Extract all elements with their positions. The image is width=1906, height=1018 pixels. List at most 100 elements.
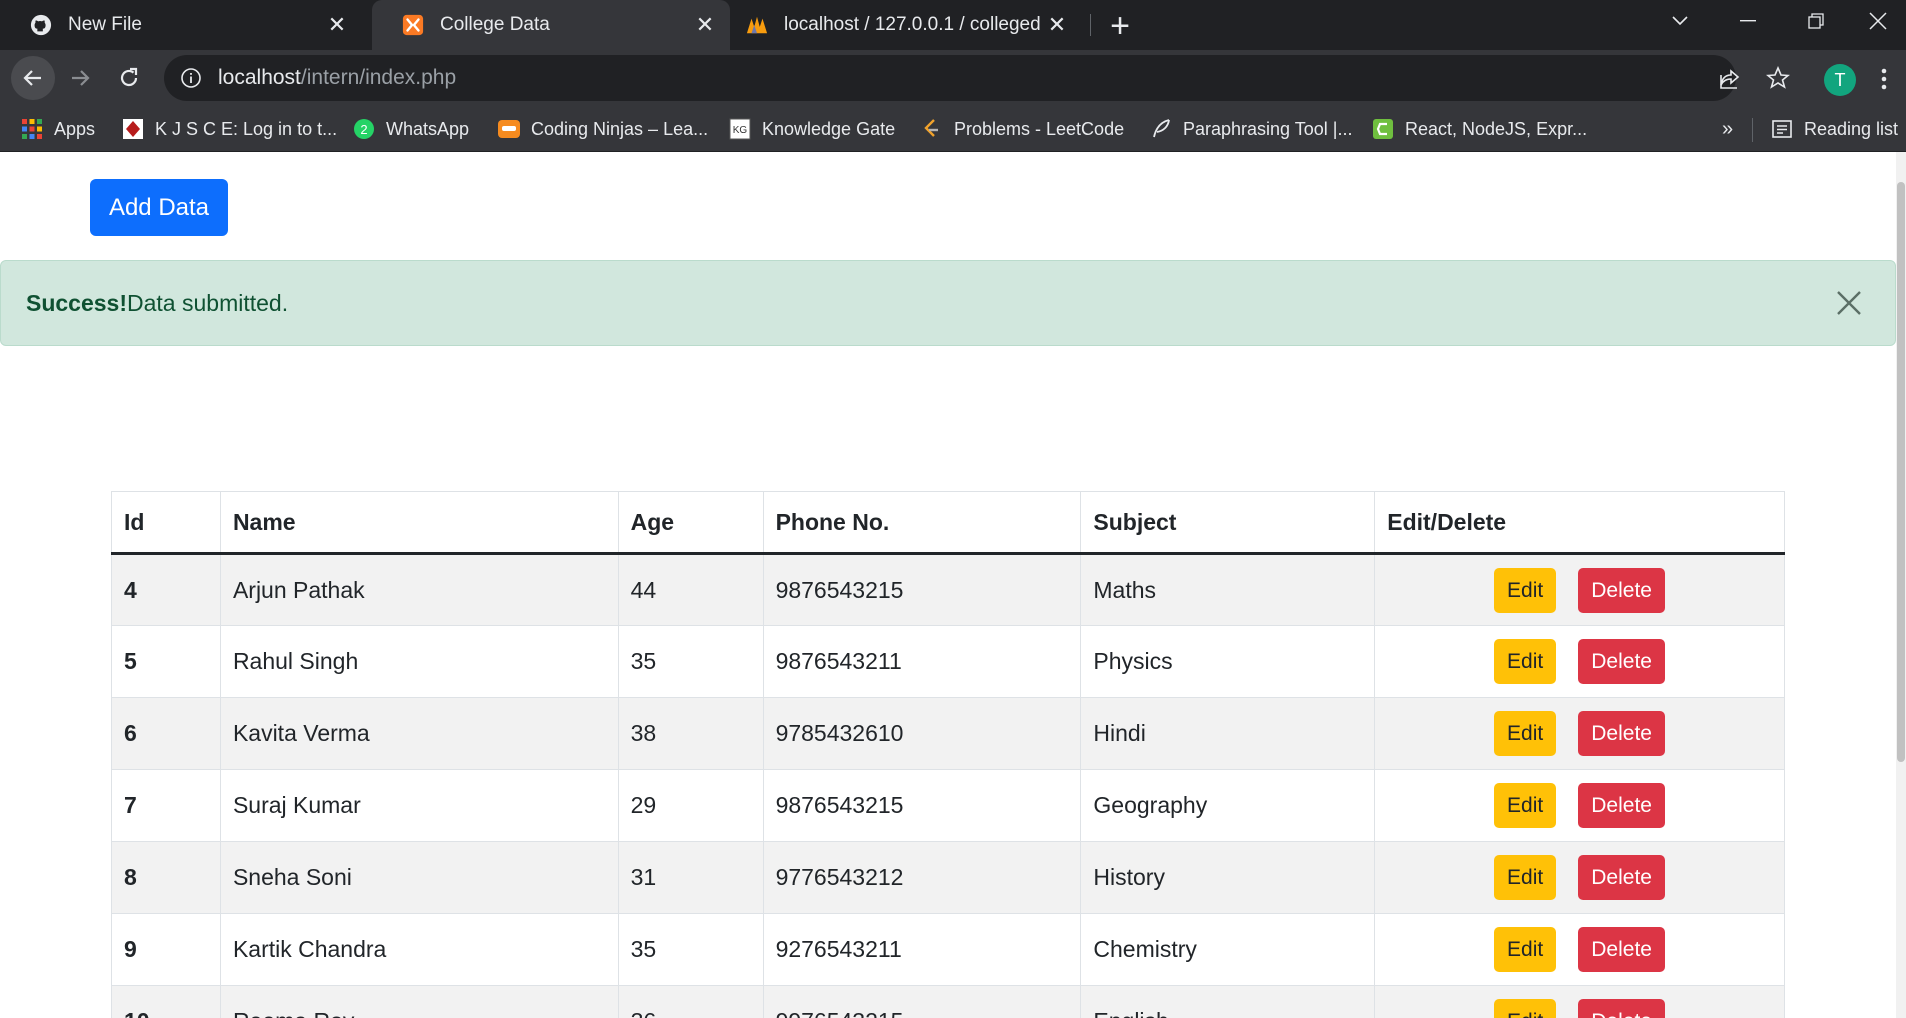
cell-id: 6 xyxy=(111,697,221,770)
table-header-row: Id Name Age Phone No. Subject Edit/Delet… xyxy=(111,491,1785,555)
delete-button[interactable]: Delete xyxy=(1578,567,1666,613)
tab-title: College Data xyxy=(440,14,550,35)
more-bookmarks-chevron-icon[interactable]: » xyxy=(1722,106,1733,152)
header-id[interactable]: Id xyxy=(111,491,221,555)
tab-phpmyadmin[interactable]: localhost / 127.0.0.1 / collegedb / ... … xyxy=(716,0,1082,50)
delete-button[interactable]: Delete xyxy=(1578,783,1666,828)
add-data-button[interactable]: Add Data xyxy=(90,179,228,236)
delete-button[interactable]: Delete xyxy=(1578,927,1666,972)
share-icon[interactable] xyxy=(1718,67,1742,91)
bookmark-coding-ninjas[interactable]: Coding Ninjas – Lea... xyxy=(497,106,708,152)
cell-actions: Edit Delete xyxy=(1374,841,1785,914)
reload-icon[interactable] xyxy=(107,56,151,100)
header-subject[interactable]: Subject xyxy=(1080,491,1376,555)
apps-grid-icon xyxy=(22,119,42,139)
reading-list-icon xyxy=(1772,120,1792,138)
bookmark-whatsapp[interactable]: 2 WhatsApp xyxy=(352,106,469,152)
reading-list-label: Reading list xyxy=(1804,118,1899,139)
cell-subject: Hindi xyxy=(1080,697,1376,770)
cell-id: 10 xyxy=(111,985,221,1018)
cell-name: Kavita Verma xyxy=(219,697,619,770)
cell-phone: 9876543211 xyxy=(762,625,1082,698)
address-bar[interactable]: localhost/intern/index.php xyxy=(164,55,1736,101)
tab-college-data[interactable]: College Data ✕ xyxy=(372,0,730,50)
close-window-icon[interactable] xyxy=(1850,0,1906,42)
edit-button[interactable]: Edit xyxy=(1494,927,1557,972)
react-course-icon xyxy=(1373,119,1393,139)
restore-icon[interactable] xyxy=(1788,0,1844,42)
edit-button[interactable]: Edit xyxy=(1494,567,1557,613)
cell-actions: Edit Delete xyxy=(1374,985,1785,1018)
profile-avatar[interactable]: T xyxy=(1824,64,1856,96)
cell-actions: Edit Delete xyxy=(1374,625,1785,698)
forward-arrow-icon[interactable] xyxy=(58,56,102,100)
close-tab-icon[interactable]: ✕ xyxy=(1040,12,1074,38)
college-data-table: Id Name Age Phone No. Subject Edit/Delet… xyxy=(111,491,1785,1018)
cell-age: 38 xyxy=(617,697,764,770)
cell-age: 35 xyxy=(617,625,764,698)
cell-id: 9 xyxy=(111,913,221,986)
tab-separator xyxy=(1090,14,1091,36)
tab-search-chevron-icon[interactable] xyxy=(1652,0,1708,42)
cell-phone: 9785432610 xyxy=(762,697,1082,770)
header-age[interactable]: Age xyxy=(617,491,764,555)
cell-subject: Geography xyxy=(1080,769,1376,842)
edit-button[interactable]: Edit xyxy=(1494,783,1557,828)
close-tab-icon[interactable]: ✕ xyxy=(320,12,354,38)
cell-id: 7 xyxy=(111,769,221,842)
cell-actions: Edit Delete xyxy=(1374,553,1785,626)
minimize-icon[interactable] xyxy=(1720,0,1776,42)
more-menu-icon[interactable] xyxy=(1880,67,1888,91)
bookmark-react-course[interactable]: React, NodeJS, Expr... xyxy=(1371,106,1587,152)
bookmark-apps[interactable]: Apps xyxy=(20,106,95,152)
cell-actions: Edit Delete xyxy=(1374,913,1785,986)
cell-phone: 9876543215 xyxy=(762,553,1082,626)
new-tab-plus-icon[interactable]: + xyxy=(1100,6,1140,46)
bookmark-paraphrasing[interactable]: Paraphrasing Tool |... xyxy=(1149,106,1352,152)
cell-name: Reema Roy xyxy=(219,985,619,1018)
bookmark-star-icon[interactable] xyxy=(1766,66,1790,90)
cell-subject: Physics xyxy=(1080,625,1376,698)
bookmark-label: WhatsApp xyxy=(386,118,470,139)
tab-strip: New File ✕ College Data ✕ localhost / 12… xyxy=(0,0,1906,50)
tab-new-file[interactable]: New File ✕ xyxy=(0,0,362,50)
header-phone[interactable]: Phone No. xyxy=(762,491,1082,555)
cell-subject: History xyxy=(1080,841,1376,914)
cell-actions: Edit Delete xyxy=(1374,769,1785,842)
table-row: 5 Rahul Singh 35 9876543211 Physics Edit… xyxy=(111,625,1785,698)
cell-phone: 9276543211 xyxy=(762,913,1082,986)
close-alert-icon[interactable] xyxy=(1831,285,1867,321)
bookmark-label: Apps xyxy=(54,118,96,139)
table-row: 4 Arjun Pathak 44 9876543215 Maths Edit D… xyxy=(111,553,1785,626)
edit-button[interactable]: Edit xyxy=(1494,639,1557,684)
cell-age: 31 xyxy=(617,841,764,914)
bookmark-knowledge-gate[interactable]: KG Knowledge Gate xyxy=(728,106,895,152)
cell-subject: Chemistry xyxy=(1080,913,1376,986)
url-text[interactable]: localhost/intern/index.php xyxy=(218,66,456,90)
table-row: 10 Reema Roy 36 9976543215 English Edit D… xyxy=(111,985,1785,1018)
delete-button[interactable]: Delete xyxy=(1578,711,1666,756)
bookmark-kjsce[interactable]: K J S C E: Log in to t... xyxy=(121,106,337,152)
delete-button[interactable]: Delete xyxy=(1578,999,1666,1018)
knowledgegate-icon: KG xyxy=(729,118,751,140)
delete-button[interactable]: Delete xyxy=(1578,639,1666,684)
edit-button[interactable]: Edit xyxy=(1494,855,1557,900)
edit-button[interactable]: Edit xyxy=(1494,711,1557,756)
reading-list-button[interactable]: Reading list xyxy=(1770,106,1898,152)
codingninjas-icon xyxy=(498,120,520,138)
cell-name: Sneha Soni xyxy=(219,841,619,914)
cell-subject: English xyxy=(1080,985,1376,1018)
edit-button[interactable]: Edit xyxy=(1494,999,1557,1018)
cell-phone: 9976543215 xyxy=(762,985,1082,1018)
bookmark-leetcode[interactable]: Problems - LeetCode xyxy=(920,106,1124,152)
cell-age: 36 xyxy=(617,985,764,1018)
page-scrollbar[interactable] xyxy=(1896,152,1906,1018)
bookmark-label: Coding Ninjas – Lea... xyxy=(531,118,709,139)
cell-age: 29 xyxy=(617,769,764,842)
scrollbar-thumb[interactable] xyxy=(1897,182,1905,762)
whatsapp-icon: 2 xyxy=(354,119,374,139)
delete-button[interactable]: Delete xyxy=(1578,855,1666,900)
site-info-icon[interactable] xyxy=(180,67,202,89)
header-name[interactable]: Name xyxy=(219,491,619,555)
back-arrow-icon[interactable] xyxy=(11,56,55,100)
